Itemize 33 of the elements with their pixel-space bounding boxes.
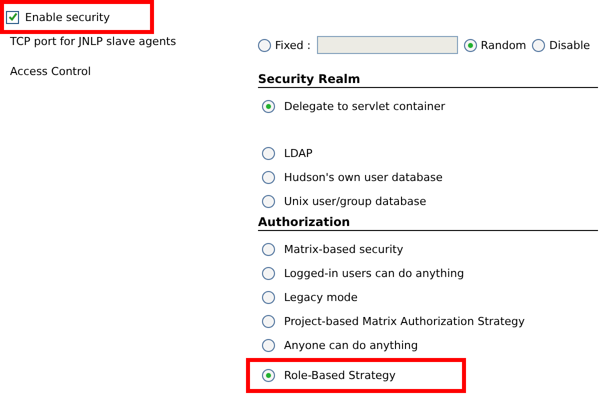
radio-button[interactable] [262, 194, 275, 208]
field-label: TCP port for JNLP slave agents [9, 34, 178, 50]
radio-label: Role-Based Strategy [284, 369, 396, 382]
radio-button[interactable] [262, 369, 275, 382]
checkbox[interactable] [6, 10, 19, 24]
section-heading: Authorization [258, 215, 598, 231]
input-field[interactable] [316, 36, 458, 54]
field-label: Access Control [9, 64, 92, 80]
radio-label: Disable [549, 38, 590, 52]
radio-button[interactable] [262, 290, 275, 304]
radio-label: Fixed : [275, 38, 311, 52]
radio-label: Hudson's own user database [284, 170, 443, 184]
radio-label: Unix user/group database [284, 194, 426, 208]
radio-button[interactable] [262, 146, 275, 160]
radio-label: Legacy mode [284, 290, 358, 304]
radio-button[interactable] [262, 266, 275, 280]
radio-label: Logged-in users can do anything [284, 266, 464, 280]
radio-label: LDAP [284, 146, 313, 160]
radio-button[interactable] [532, 38, 546, 52]
radio-button[interactable] [262, 338, 275, 352]
radio-button[interactable] [464, 38, 477, 52]
radio-button[interactable] [262, 170, 275, 184]
radio-button[interactable] [258, 38, 271, 52]
radio-label: Anyone can do anything [284, 338, 418, 352]
radio-button[interactable] [262, 100, 275, 112]
radio-button[interactable] [262, 242, 275, 256]
checkbox-label: Enable security [25, 10, 110, 24]
radio-button[interactable] [262, 314, 275, 328]
radio-label: Random [480, 38, 526, 52]
radio-label: Matrix-based security [284, 242, 404, 256]
section-heading: Security Realm [258, 72, 598, 88]
radio-label: Delegate to servlet container [284, 100, 446, 112]
radio-label: Project-based Matrix Authorization Strategy [284, 314, 525, 328]
